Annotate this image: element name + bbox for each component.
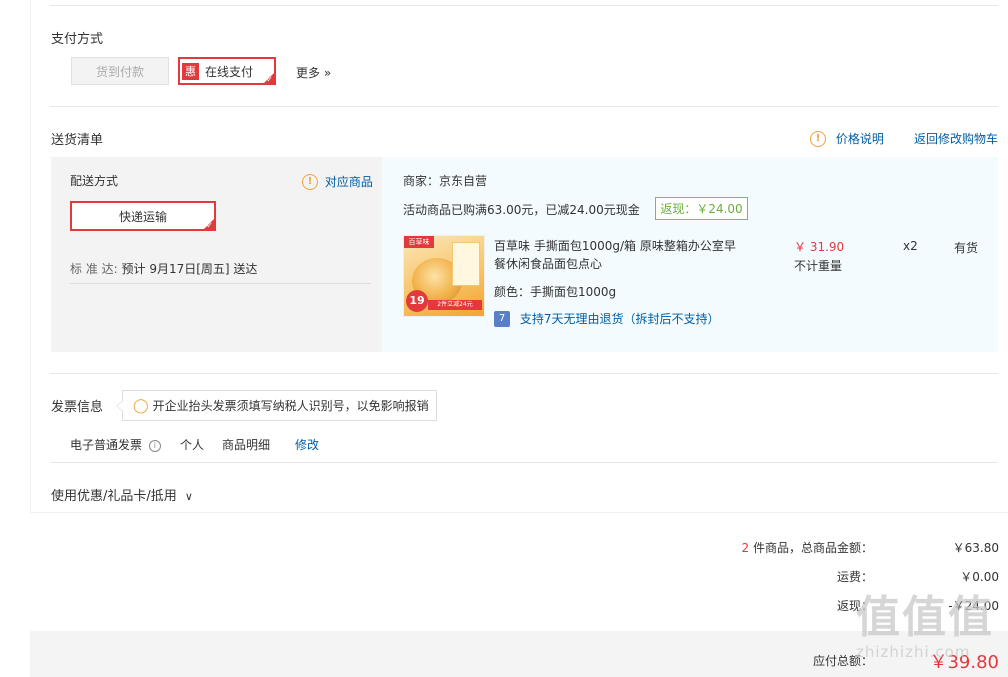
eta-divider <box>70 283 371 284</box>
pay-online-label: 在线支付 <box>205 64 254 79</box>
package-image <box>452 242 480 286</box>
return-policy-label: 支持7天无理由退货（拆封后不支持） <box>519 312 720 326</box>
related-goods-label: 对应商品 <box>324 175 373 189</box>
chevron-down-icon: ∨ <box>184 490 193 503</box>
invoice-type-label: 电子普通发票 <box>70 438 143 452</box>
divider-delivery <box>50 373 998 374</box>
product-name-line2: 餐休闲食品面包点心 <box>494 257 603 271</box>
invoice-title: 发票信息 <box>51 400 104 415</box>
product-thumbnail[interactable]: 百草味 19 2件立减24元 <box>403 235 485 317</box>
invoice-tip: ◯ 开企业抬头发票须填写纳税人识别号，以免影响报销 <box>116 390 437 421</box>
pay-cod-button[interactable]: 货到付款 <box>71 57 169 85</box>
watermark-url: zhizhizhi.com <box>856 643 971 661</box>
watermark: 值值值 zhizhizhi.com <box>856 592 1004 662</box>
product-weight: 不计重量 <box>794 259 843 273</box>
coupon-label: 使用优惠/礼品卡/抵用 <box>51 489 177 504</box>
eta-row: 标 准 达: 预计 9月17日[周五] 送达 <box>70 260 257 277</box>
check-icon: ✓ <box>266 75 273 84</box>
promo-text: 活动商品已购满63.00元，已减24.00元现金 <box>403 203 640 217</box>
eta-label: 标 准 达: <box>70 262 118 276</box>
watermark-logo: 值值值 <box>856 592 994 643</box>
delivery-title: 送货清单 <box>51 133 104 148</box>
summary-count-row: 2 件商品，总商品金额： <box>742 539 873 556</box>
freight-label: 运费： <box>836 570 873 584</box>
goods-total: ￥63.80 <box>952 541 999 555</box>
product-name-link[interactable]: 百草味 手撕面包1000g/箱 原味整箱办公室早 餐休闲食品面包点心 <box>494 237 736 273</box>
pay-online-button[interactable]: 惠 在线支付 ✓ <box>178 57 276 85</box>
seller-label: 商家：京东自营 <box>403 174 488 188</box>
invoice-modify-link[interactable]: 修改 <box>295 436 319 453</box>
promo-tag: 2件立减24元 <box>428 300 482 310</box>
method-title: 配送方式 <box>70 174 119 188</box>
discount-badge-icon: 惠 <box>182 62 199 80</box>
brand-logo: 百草味 <box>404 236 434 248</box>
item-count: 2 <box>741 541 750 555</box>
invoice-tip-text: 开企业抬头发票须填写纳税人识别号，以免影响报销 <box>152 399 429 413</box>
more-payment-link[interactable]: 更多 » <box>296 64 331 81</box>
product-color: 颜色：手撕面包1000g <box>494 285 617 299</box>
product-qty: x2 <box>903 239 918 253</box>
warning-icon: ! <box>810 130 826 147</box>
product-price: ￥ 31.90 <box>794 240 845 254</box>
promo-number: 19 <box>406 290 428 312</box>
price-note-link[interactable]: ! 价格说明 <box>810 130 884 147</box>
eta-value: 预计 9月17日[周五] 送达 <box>121 262 258 276</box>
item-count-label: 件商品，总商品金额： <box>752 541 873 555</box>
warning-icon: ! <box>302 173 318 190</box>
check-icon: ✓ <box>206 221 213 230</box>
express-shipping-button[interactable]: 快递运输 ✓ <box>70 201 216 231</box>
stock-status: 有货 <box>954 241 979 255</box>
divider-top <box>50 5 998 6</box>
divider-payment <box>50 106 998 107</box>
lightbulb-icon: ◯ <box>133 397 149 414</box>
return-policy: 7 支持7天无理由退货（拆封后不支持） <box>494 310 719 327</box>
invoice-person: 个人 <box>180 438 205 452</box>
invoice-detail: 商品明细 <box>222 438 271 452</box>
product-name-line1: 百草味 手撕面包1000g/箱 原味整箱办公室早 <box>494 239 736 253</box>
cashback-badge: 返现：￥24.00 <box>655 197 748 220</box>
coupon-toggle[interactable]: 使用优惠/礼品卡/抵用 ∨ <box>51 485 193 504</box>
freight-value: ￥0.00 <box>960 570 999 584</box>
back-to-cart-link[interactable]: 返回修改购物车 <box>914 130 998 147</box>
info-icon[interactable]: i <box>148 439 161 452</box>
payment-title: 支付方式 <box>51 32 104 47</box>
invoice-type: 电子普通发票 i <box>70 436 161 453</box>
price-note-label: 价格说明 <box>835 132 884 146</box>
related-goods-link[interactable]: ! 对应商品 <box>302 173 373 190</box>
express-label: 快递运输 <box>118 209 167 224</box>
divider-invoice <box>50 462 998 463</box>
seven-day-return-icon: 7 <box>494 310 510 327</box>
